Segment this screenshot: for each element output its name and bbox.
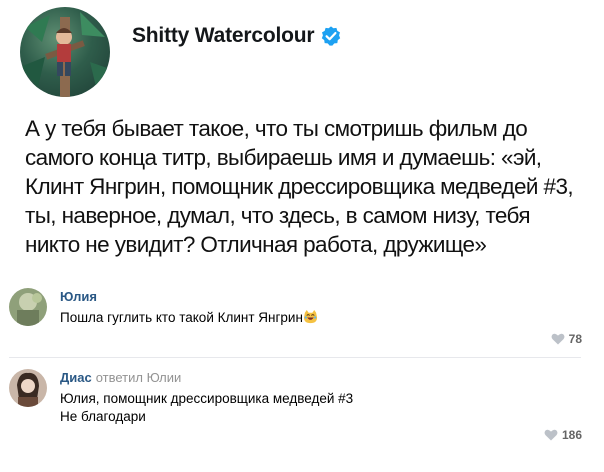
verified-badge-icon — [322, 26, 341, 46]
heart-icon — [551, 333, 565, 345]
comment-text: Пошла гуглить кто такой Клинт Янгрин — [60, 309, 580, 327]
author-avatar-art — [20, 12, 110, 97]
like-count[interactable]: 78 — [551, 332, 582, 346]
comment-text: Юлия, помощник дрессировщика медведей #3… — [60, 391, 354, 424]
comment-text-body: Пошла гуглить кто такой Клинт Янгрин — [60, 310, 303, 325]
commenter-avatar-art — [9, 288, 47, 326]
commenter-name[interactable]: Диас ответил Юлии — [60, 370, 181, 385]
like-count-value: 186 — [561, 428, 582, 442]
commenter-name-text[interactable]: Юлия — [60, 289, 97, 304]
like-count-value: 78 — [568, 332, 582, 346]
tweet-header: Shitty Watercolour — [20, 6, 342, 98]
comment-divider — [9, 357, 581, 358]
heart-icon — [544, 429, 558, 441]
like-count[interactable]: 186 — [544, 428, 582, 442]
commenter-avatar[interactable] — [9, 369, 47, 407]
author-name[interactable]: Shitty Watercolour — [132, 24, 315, 48]
author-avatar[interactable] — [20, 7, 110, 97]
laughing-cat-face-icon — [303, 310, 317, 324]
commenter-avatar-art — [9, 369, 47, 407]
author-line: Shitty Watercolour — [132, 24, 342, 48]
tweet-text: А у тебя бывает такое, что ты смотришь ф… — [25, 116, 574, 257]
commenter-name-text[interactable]: Диас — [60, 370, 92, 385]
commenter-avatar[interactable] — [9, 288, 47, 326]
reply-target[interactable]: ответил Юлии — [96, 370, 182, 385]
commenter-name[interactable]: Юлия — [60, 289, 97, 304]
